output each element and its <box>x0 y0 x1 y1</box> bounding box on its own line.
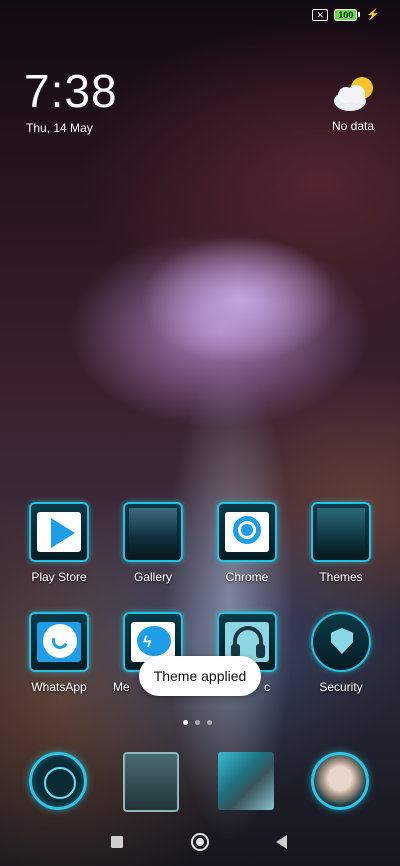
toast-message: Theme applied <box>139 656 261 696</box>
security-icon <box>311 612 371 672</box>
app-security[interactable]: Security <box>296 612 386 694</box>
page-indicator <box>183 720 212 725</box>
sim-off-icon: ✕ <box>312 8 329 21</box>
whatsapp-icon <box>29 612 89 672</box>
recents-button[interactable] <box>111 836 123 848</box>
home-button[interactable] <box>191 833 209 851</box>
themes-icon <box>311 502 371 562</box>
dock-app-phone[interactable] <box>29 752 89 816</box>
battery-level: 100 <box>334 8 358 21</box>
app-label: Play Store <box>31 570 87 584</box>
clock-time[interactable]: 7:38 <box>24 66 118 116</box>
status-bar: ✕ 100 ⚡ <box>312 8 380 21</box>
dock-app-browser[interactable] <box>218 752 278 816</box>
phone-icon <box>29 752 87 810</box>
battery-icon: 100 <box>334 8 361 21</box>
app-themes[interactable]: Themes <box>296 502 386 584</box>
dock-app-messages[interactable] <box>123 752 183 816</box>
navigation-bar <box>0 822 400 866</box>
dock-app-camera[interactable] <box>311 752 371 816</box>
browser-icon <box>218 752 274 810</box>
page-dot <box>183 720 188 725</box>
clock-date: Thu, 14 May <box>26 121 93 135</box>
app-label: Security <box>319 680 363 694</box>
weather-icon[interactable] <box>332 74 376 112</box>
play-store-icon <box>29 502 89 562</box>
chrome-icon <box>217 502 277 562</box>
messages-icon <box>123 752 179 812</box>
back-button[interactable] <box>276 835 287 849</box>
app-whatsapp[interactable]: WhatsApp <box>14 612 104 694</box>
app-label: WhatsApp <box>31 680 87 694</box>
gallery-icon <box>123 502 183 562</box>
app-gallery[interactable]: Gallery <box>108 502 198 584</box>
app-label: Gallery <box>133 570 172 584</box>
page-dot <box>195 720 200 725</box>
app-play-store[interactable]: Play Store <box>14 502 104 584</box>
page-dot <box>207 720 212 725</box>
weather-status: No data <box>331 119 374 133</box>
app-label: Themes <box>319 570 363 584</box>
charging-icon: ⚡ <box>366 9 380 21</box>
app-label: Chrome <box>225 570 269 584</box>
app-chrome[interactable]: Chrome <box>202 502 292 584</box>
camera-icon <box>311 752 369 810</box>
